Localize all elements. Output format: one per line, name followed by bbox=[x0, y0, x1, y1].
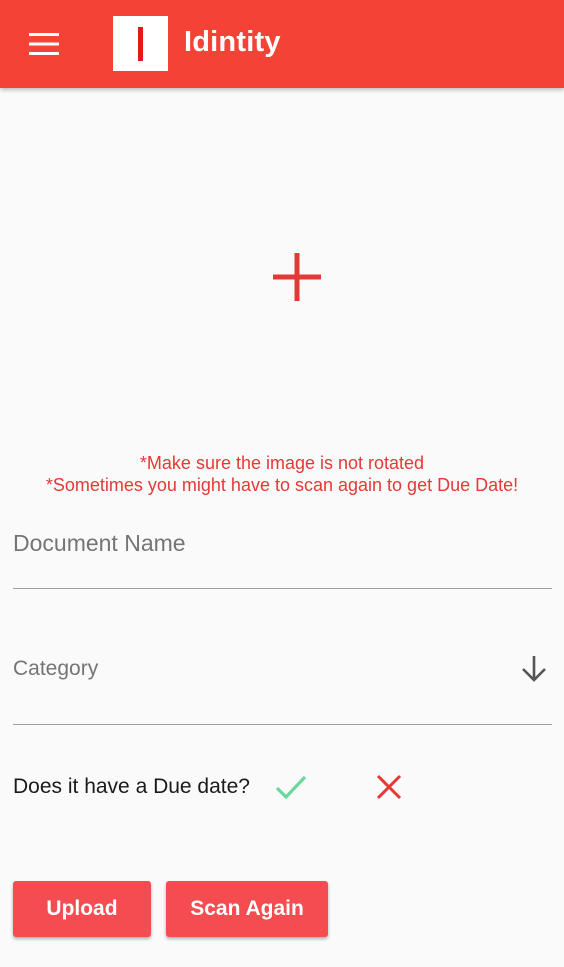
due-date-question: Does it have a Due date? bbox=[13, 775, 250, 798]
close-icon bbox=[376, 774, 402, 800]
app-title: Idintity bbox=[184, 26, 281, 58]
upload-button[interactable]: Upload bbox=[13, 881, 151, 937]
app-bar: Idintity bbox=[0, 0, 564, 88]
hint-due-date: *Sometimes you might have to scan again … bbox=[45, 475, 519, 495]
arrow-down-icon bbox=[520, 654, 548, 687]
document-name-input[interactable] bbox=[13, 522, 552, 564]
hint-rotation: *Make sure the image is not rotated bbox=[139, 453, 425, 473]
check-icon bbox=[275, 775, 307, 800]
scan-hints: *Make sure the image is not rotated *Som… bbox=[0, 452, 564, 496]
add-image-button[interactable] bbox=[262, 242, 332, 312]
hamburger-menu-icon bbox=[29, 33, 59, 55]
logo-letter bbox=[138, 26, 143, 61]
plus-icon bbox=[273, 253, 321, 301]
menu-button[interactable] bbox=[24, 28, 64, 60]
category-dropdown[interactable]: Category bbox=[13, 640, 552, 725]
idintity-logo-icon bbox=[113, 16, 168, 71]
due-date-yes-button[interactable] bbox=[274, 772, 308, 802]
due-date-no-button[interactable] bbox=[373, 772, 405, 802]
document-name-field bbox=[13, 522, 552, 589]
category-label: Category bbox=[13, 657, 99, 680]
scan-again-button[interactable]: Scan Again bbox=[166, 881, 328, 937]
